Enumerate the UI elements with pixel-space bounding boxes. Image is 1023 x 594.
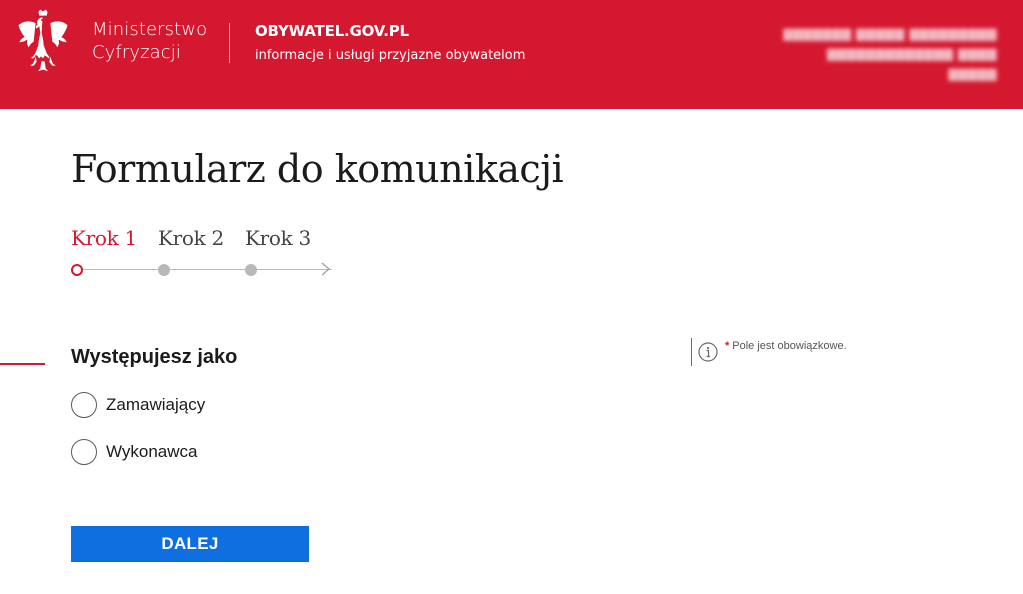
ministry-name-line1: Ministerstwo <box>92 19 208 40</box>
polish-eagle-icon[interactable] <box>14 9 72 73</box>
chevron-right-icon <box>321 262 330 276</box>
radio-option-zamawiajacy[interactable]: Zamawiający <box>71 392 205 418</box>
site-header: Ministerstwo Cyfryzacji OBYWATEL.GOV.PL … <box>0 0 1023 109</box>
radio-button[interactable] <box>71 439 97 465</box>
required-note-label: Pole jest obowiązkowe. <box>732 340 847 352</box>
portal-tagline: informacje i usługi przyjazne obywatelom <box>255 48 526 63</box>
step-2-label: Krok 2 <box>158 226 224 250</box>
radio-option-wykonawca[interactable]: Wykonawca <box>71 439 198 465</box>
required-note-text: * Pole jest obowiązkowe. <box>725 340 847 352</box>
required-star: * <box>725 340 730 352</box>
user-account-info-redacted: ▇▇▇▇▇▇▇ ▇▇▇▇▇ ▇▇▇▇▇▇▇▇▇ ▇▇▇▇▇▇▇▇▇▇▇▇▇ ▇▇… <box>783 27 997 81</box>
stepper-track <box>78 269 332 270</box>
ministry-name: Ministerstwo Cyfryzacji <box>92 18 207 64</box>
step-1-label: Krok 1 <box>71 226 137 250</box>
ministry-name-line2: Cyfryzacji <box>92 42 181 63</box>
note-divider <box>691 338 692 366</box>
step-3-label: Krok 3 <box>245 226 311 250</box>
header-divider <box>229 23 230 63</box>
section-accent-line <box>0 363 45 365</box>
required-field-note: * Pole jest obowiązkowe. <box>691 338 847 366</box>
role-section-title: Występujesz jako <box>71 346 238 368</box>
step-3-indicator <box>245 264 257 276</box>
progress-stepper: Krok 1 Krok 2 Krok 3 <box>71 226 341 286</box>
info-icon <box>698 342 718 362</box>
next-button[interactable]: DALEJ <box>71 526 309 562</box>
portal-name-link[interactable]: OBYWATEL.GOV.PL <box>255 22 409 40</box>
radio-button[interactable] <box>71 392 97 418</box>
step-1-indicator <box>71 264 83 276</box>
radio-label[interactable]: Wykonawca <box>106 442 198 462</box>
page-title: Formularz do komunikacji <box>71 147 564 191</box>
radio-label[interactable]: Zamawiający <box>106 395 205 415</box>
step-2-indicator <box>158 264 170 276</box>
